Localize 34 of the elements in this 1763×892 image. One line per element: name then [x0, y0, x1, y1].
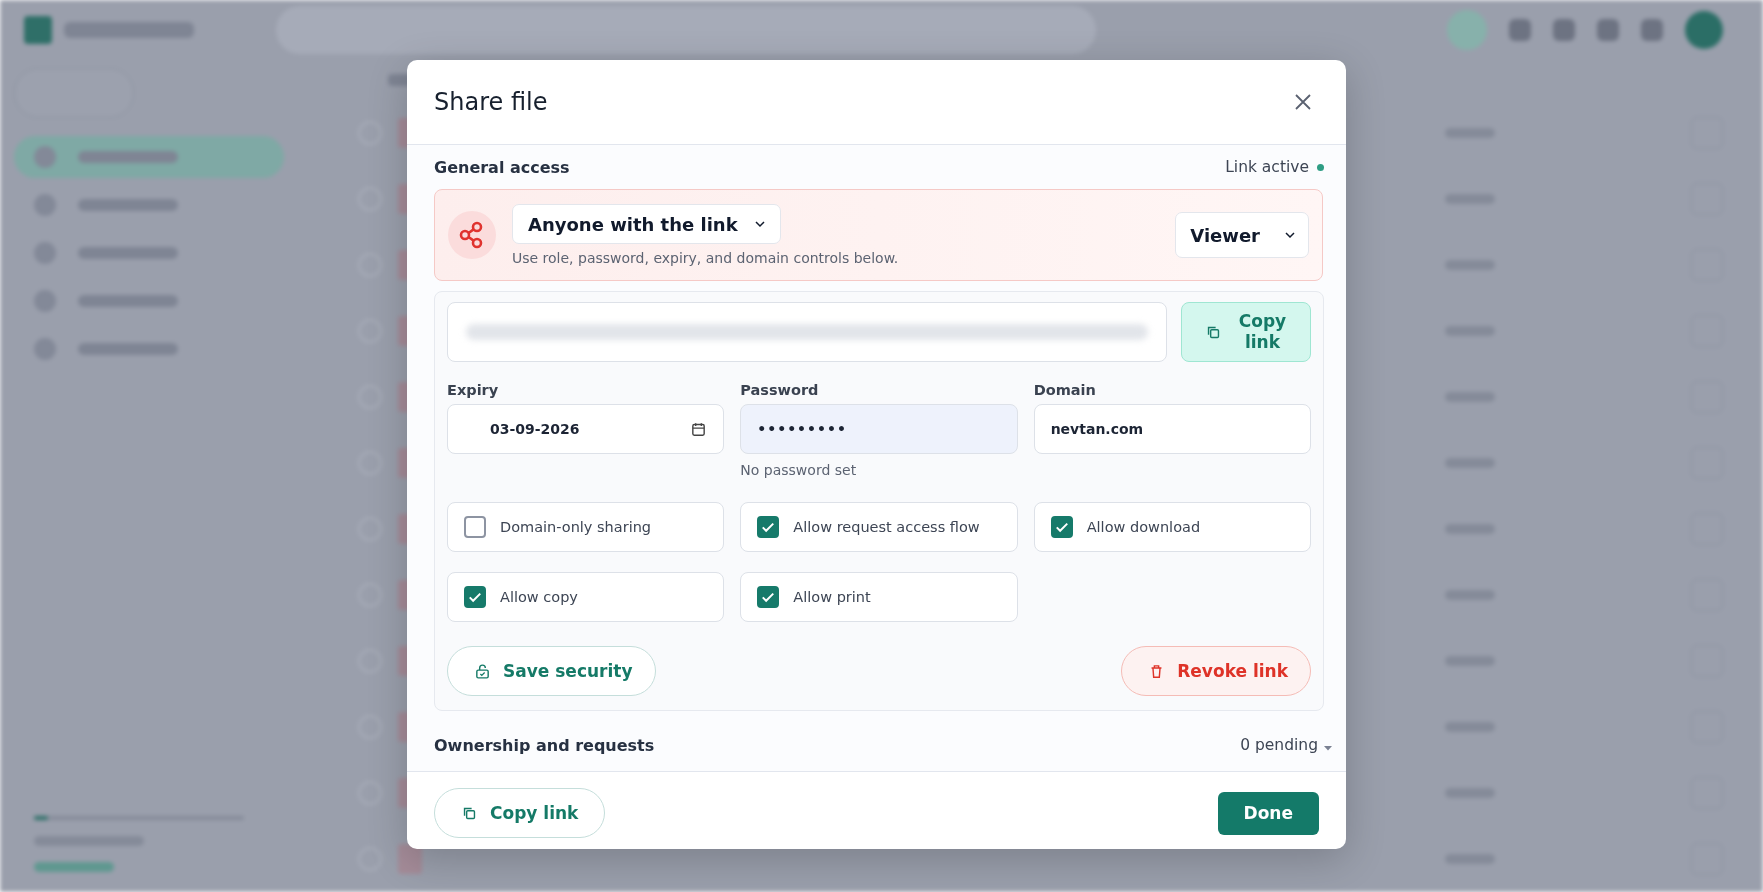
revoke-link-button[interactable]: Revoke link [1121, 646, 1311, 696]
password-field[interactable]: ••••••••• [740, 404, 1018, 454]
option-card[interactable]: Allow print [740, 572, 1018, 622]
option-card[interactable]: Allow request access flow [740, 502, 1018, 552]
field-label: Domain [1033, 382, 1097, 398]
copy-link-button[interactable]: Copy link [434, 788, 606, 838]
checkbox[interactable] [464, 516, 486, 538]
checkbox[interactable] [1050, 516, 1073, 538]
field-hint: No password set [740, 462, 858, 478]
option-card[interactable]: Allow download [1033, 502, 1311, 552]
checkbox[interactable] [757, 516, 780, 538]
section-title: Ownership and requests [434, 735, 655, 755]
calendar-icon [690, 420, 708, 438]
field-label: Expiry [447, 382, 500, 398]
option-card[interactable]: Domain-only sharing [447, 502, 725, 552]
checkbox[interactable] [757, 586, 780, 608]
field-label: Password [740, 382, 820, 398]
copy-link-button[interactable]: Copy link [1181, 302, 1311, 362]
domain-field[interactable]: nevtan.com [1033, 404, 1311, 454]
checkbox[interactable] [464, 586, 486, 608]
access-dropdown[interactable]: Anyone with the link [512, 204, 781, 244]
date-field[interactable]: 03-09-2026 [447, 404, 725, 454]
dialog-title: Share file [434, 88, 548, 116]
access-hint: Use role, password, expiry, and domain controls below. [512, 250, 900, 266]
done-button[interactable]: Done [1217, 791, 1319, 835]
role-dropdown[interactable]: Viewer [1175, 212, 1309, 258]
share-icon [448, 211, 496, 259]
ownership-toggle[interactable]: 0 pending [1240, 736, 1334, 754]
section-title: General access [434, 157, 570, 177]
save-security-button[interactable]: Save security [447, 646, 656, 696]
link-field[interactable] [447, 302, 1167, 362]
link-status: Link active [1225, 158, 1309, 176]
option-card[interactable]: Allow copy [447, 572, 725, 622]
lock-icon [474, 662, 491, 680]
